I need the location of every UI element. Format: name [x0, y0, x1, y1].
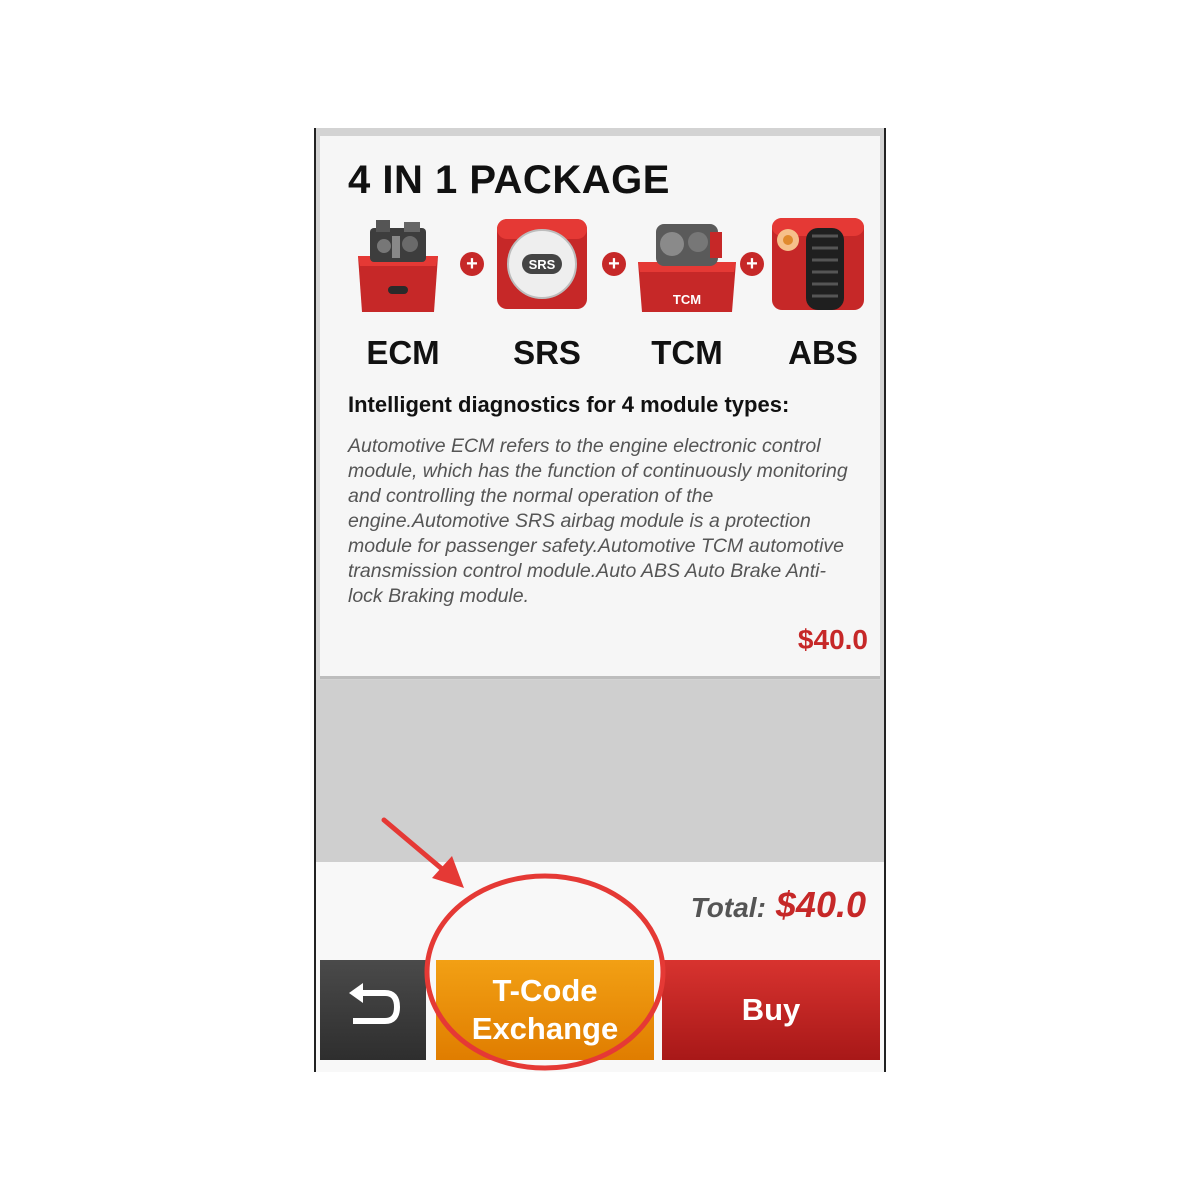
total-label: Total: — [690, 892, 766, 923]
module-abs: ABS — [768, 214, 878, 371]
plus-icon: + — [460, 252, 484, 276]
total-amount: $40.0 — [775, 884, 866, 925]
module-label: SRS — [513, 334, 581, 371]
device-edge-right — [884, 128, 886, 1072]
plus-icon: + — [740, 252, 764, 276]
tcode-exchange-button[interactable]: T-Code Exchange — [436, 960, 654, 1060]
module-ecm: ECM — [348, 214, 458, 371]
tcm-badge-text: TCM — [673, 292, 701, 307]
back-arrow-icon — [343, 982, 403, 1038]
total-display: Total: $40.0 — [691, 884, 866, 926]
module-label: TCM — [651, 334, 723, 371]
tire-icon — [768, 214, 868, 314]
package-price: $40.0 — [797, 624, 868, 655]
engine-icon — [348, 214, 448, 314]
module-srs: SRS SRS — [492, 214, 602, 371]
back-button[interactable] — [320, 960, 426, 1060]
empty-list-area — [314, 680, 886, 862]
transmission-icon: TCM — [632, 214, 736, 314]
app-screen: 4 IN 1 PACKAGE ECM + SRS SRS + TCM TCM +… — [314, 128, 886, 1072]
module-label: ABS — [788, 334, 858, 371]
package-description: Automotive ECM refers to the engine elec… — [348, 435, 848, 607]
tcode-label-line1: T-Code — [492, 973, 598, 1008]
module-tcm: TCM TCM — [632, 214, 742, 371]
buy-button[interactable]: Buy — [662, 960, 880, 1060]
airbag-icon: SRS — [492, 214, 592, 314]
module-label: ECM — [366, 334, 440, 371]
package-title: 4 IN 1 PACKAGE — [348, 158, 670, 202]
package-subtitle: Intelligent diagnostics for 4 module typ… — [348, 392, 790, 417]
tcode-label-line2: Exchange — [471, 1011, 619, 1046]
package-card: 4 IN 1 PACKAGE ECM + SRS SRS + TCM TCM +… — [320, 136, 880, 679]
checkout-bar: Total: $40.0 T-Code Exchange Buy — [314, 862, 886, 1072]
srs-badge-text: SRS — [529, 257, 556, 272]
device-edge-left — [314, 128, 316, 1072]
plus-icon: + — [602, 252, 626, 276]
